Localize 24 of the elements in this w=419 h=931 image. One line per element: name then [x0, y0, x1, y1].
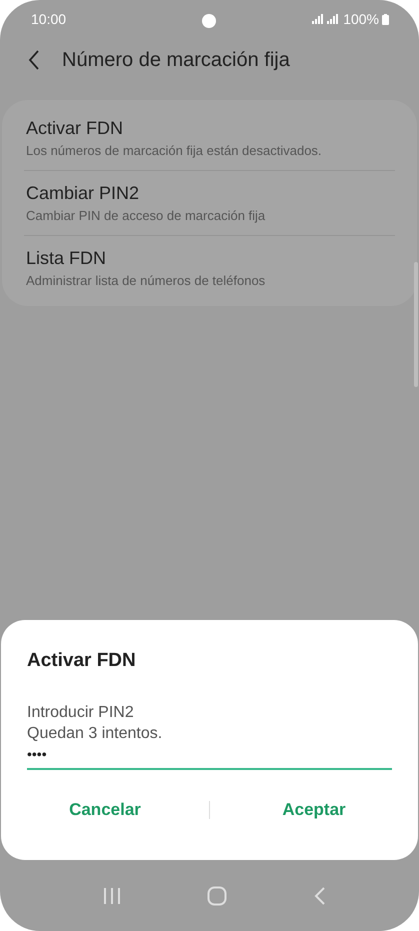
dialog-button[interactable]: Aceptar	[210, 790, 418, 830]
page-title: Número de marcación fija	[62, 48, 290, 72]
item-subtitle: Los números de marcación fija están desactivados.	[26, 143, 323, 158]
dialog-button[interactable]: Cancelar	[1, 790, 209, 830]
settings-item[interactable]: Cambiar PIN2 Cambiar PIN de acceso de marcación fija	[2, 171, 417, 235]
camera-dot-icon	[202, 14, 216, 28]
dialog-title: Activar FDN	[27, 650, 137, 672]
settings-item[interactable]: Activar FDN Los números de marcación fija están desactivados.	[2, 106, 417, 170]
home-icon[interactable]	[207, 886, 228, 906]
item-subtitle: Cambiar PIN de acceso de marcación fija	[26, 208, 266, 223]
item-title: Cambiar PIN2	[26, 183, 140, 204]
battery-icon	[382, 14, 389, 24]
settings-item[interactable]: Lista FDN Administrar lista de números de teléfonos	[2, 236, 417, 300]
recent-apps-icon[interactable]	[103, 888, 122, 904]
pin-field[interactable]: ••••	[27, 744, 392, 770]
battery-level: 100%	[343, 11, 379, 27]
dialog-message: Quedan 3 intentos.	[27, 724, 164, 744]
status-time: 10:00	[31, 11, 66, 27]
item-title: Lista FDN	[26, 248, 108, 269]
dialog-message: Introducir PIN2	[27, 703, 135, 723]
back-icon[interactable]	[28, 50, 40, 70]
item-subtitle: Administrar lista de números de teléfonos	[26, 273, 266, 288]
item-title: Activar FDN	[26, 118, 124, 139]
signal-icon	[312, 14, 340, 24]
